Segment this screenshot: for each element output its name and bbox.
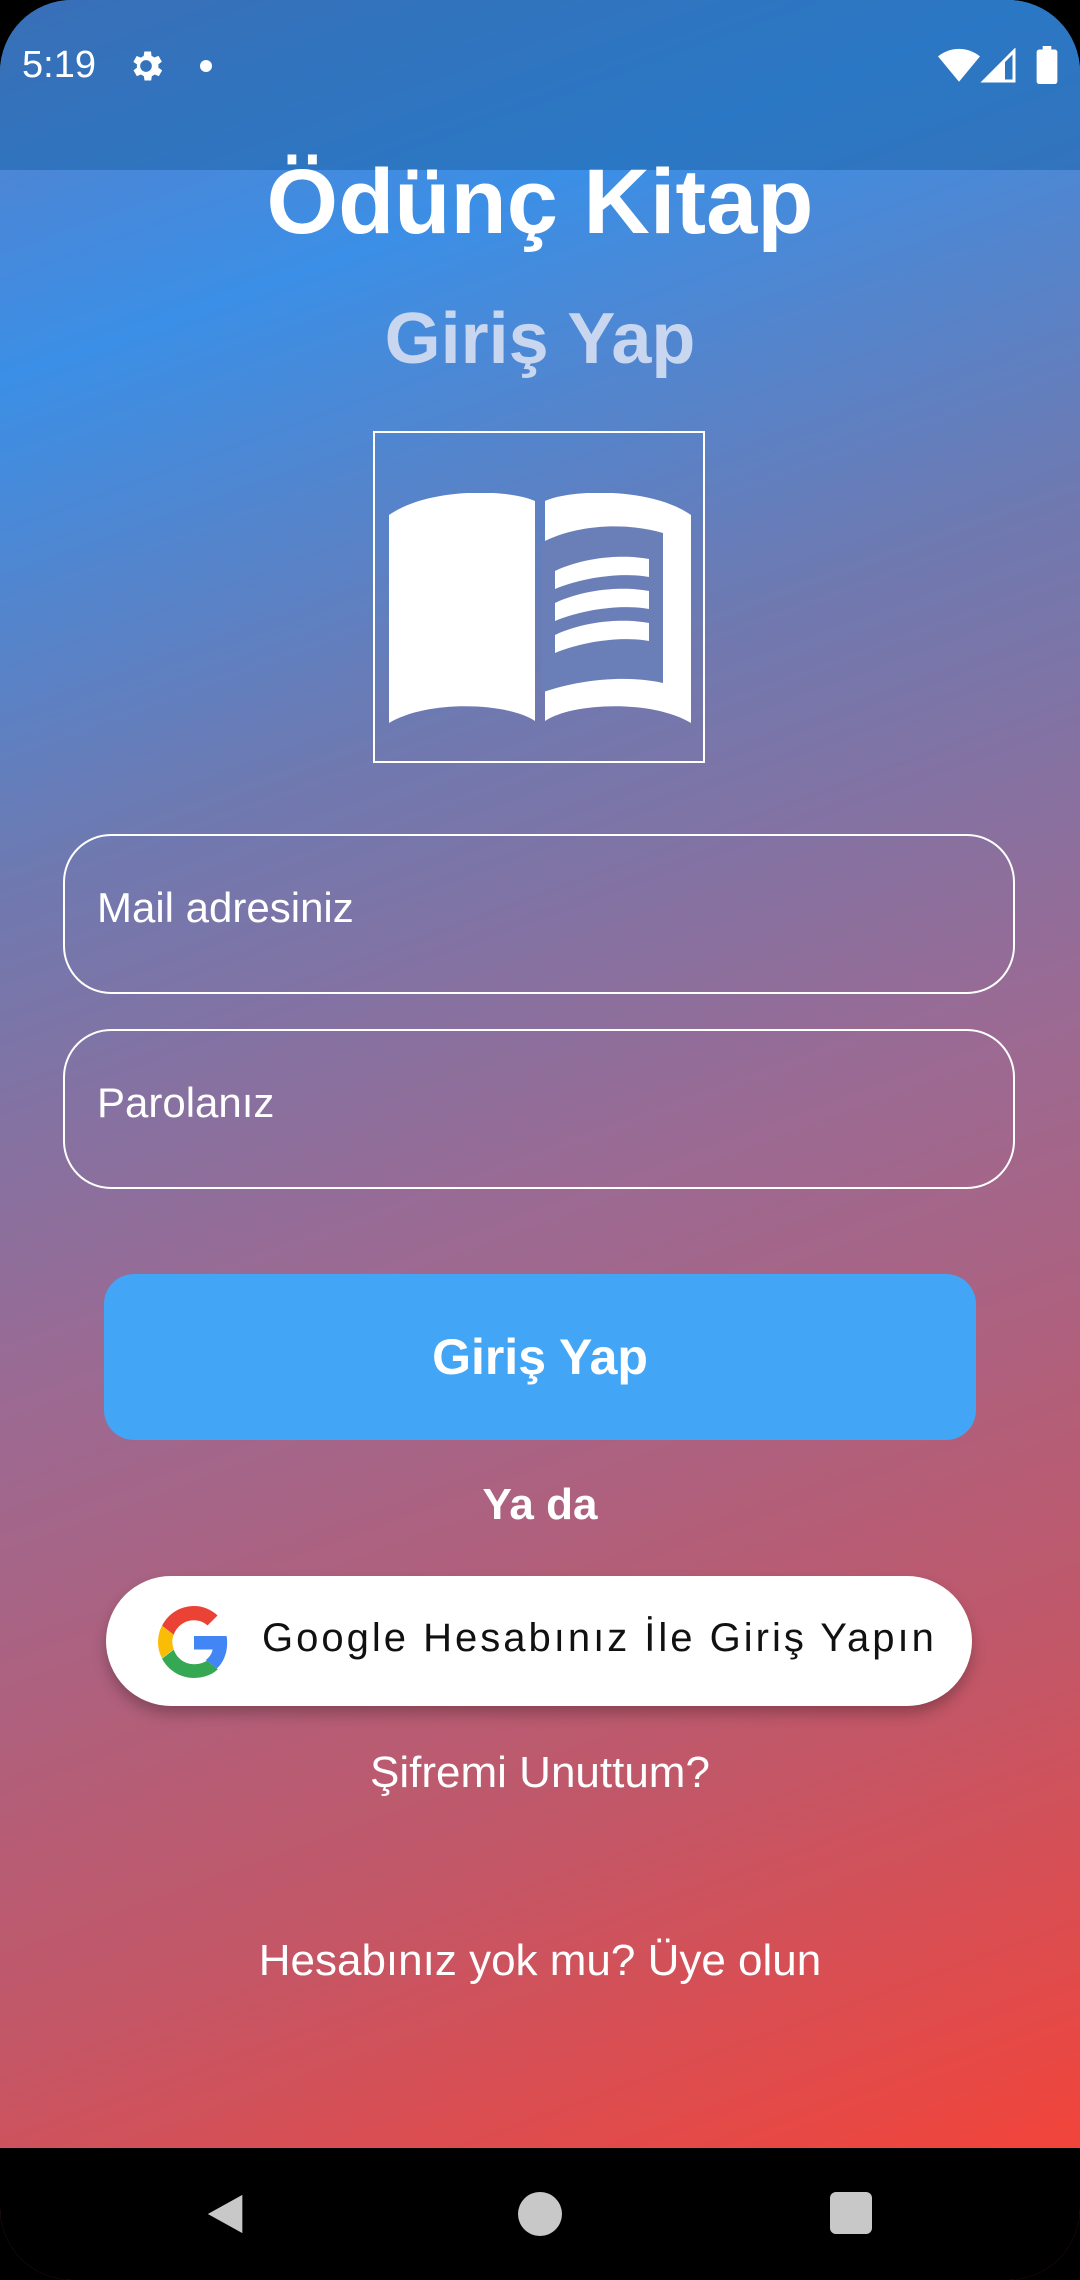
password-field[interactable]: Parolanız bbox=[63, 1029, 1015, 1189]
app-title: Ödünç Kitap bbox=[266, 151, 814, 253]
home-icon[interactable] bbox=[518, 2192, 562, 2236]
status-time: 5:19 bbox=[22, 44, 96, 86]
email-placeholder: Mail adresiniz bbox=[97, 884, 354, 931]
back-icon[interactable] bbox=[204, 2190, 250, 2238]
battery-icon bbox=[1036, 46, 1058, 84]
gear-icon bbox=[133, 51, 163, 81]
password-placeholder: Parolanız bbox=[97, 1079, 275, 1126]
recents-icon[interactable] bbox=[830, 2192, 872, 2234]
screen: 5:19 Ödünç Kitap Giriş Yap Mail adresini… bbox=[0, 0, 1080, 2280]
notification-dot-icon bbox=[200, 60, 212, 72]
signal-icon bbox=[980, 48, 1016, 83]
forgot-password-link[interactable]: Şifremi Unuttum? bbox=[0, 1748, 1080, 1798]
wifi-icon bbox=[938, 48, 980, 82]
signup-link[interactable]: Hesabınız yok mu? Üye olun bbox=[0, 1936, 1080, 1986]
google-signin-button[interactable]: Google Hesabınız İle Giriş Yapın bbox=[106, 1576, 972, 1706]
email-field[interactable]: Mail adresiniz bbox=[63, 834, 1015, 994]
google-signin-label: Google Hesabınız İle Giriş Yapın bbox=[262, 1616, 937, 1660]
or-divider-text: Ya da bbox=[482, 1480, 598, 1529]
page-subtitle: Giriş Yap bbox=[384, 299, 696, 379]
login-button[interactable]: Giriş Yap bbox=[104, 1274, 976, 1440]
navigation-bar bbox=[0, 2148, 1080, 2280]
app-logo bbox=[373, 431, 705, 763]
status-bar: 5:19 bbox=[0, 0, 1080, 170]
open-book-icon bbox=[389, 493, 691, 723]
google-icon bbox=[158, 1606, 228, 1678]
